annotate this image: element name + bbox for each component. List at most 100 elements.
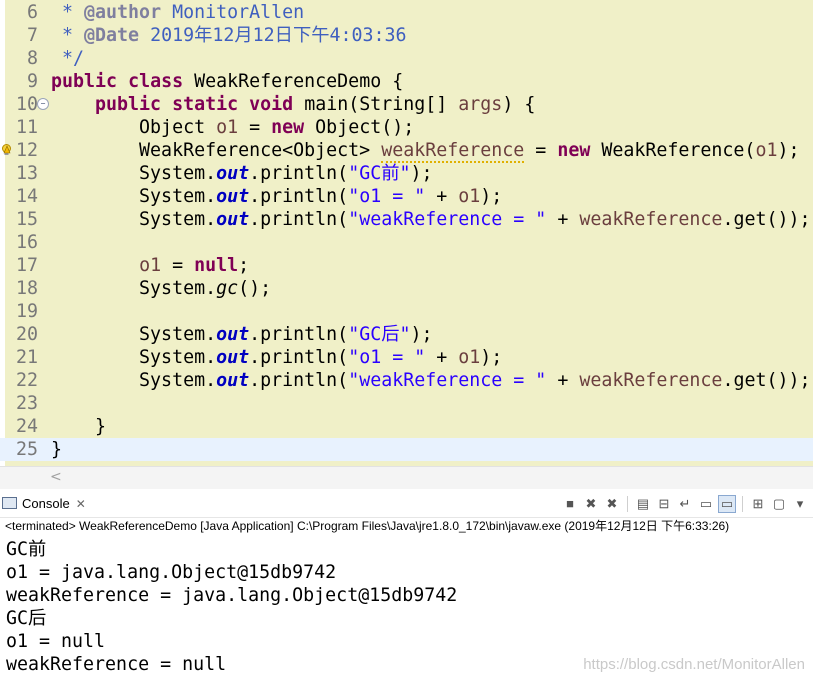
code-token: ) {	[502, 94, 536, 115]
code-text: System.out.println("weakReference = " + …	[51, 208, 811, 231]
code-token: out	[216, 186, 250, 207]
editor-horizontal-scrollbar[interactable]: <	[0, 466, 813, 489]
code-line[interactable]: 23	[0, 392, 813, 415]
console-status-line: <terminated> WeakReferenceDemo [Java App…	[5, 519, 730, 533]
remove-launch-icon[interactable]: ✖	[582, 495, 600, 513]
code-text: System.gc();	[51, 277, 271, 300]
code-text: public class WeakReferenceDemo {	[51, 70, 403, 93]
code-token: +	[425, 186, 459, 207]
code-line[interactable]: 15 System.out.println("weakReference = "…	[0, 208, 813, 231]
code-line[interactable]: 22 System.out.println("weakReference = "…	[0, 369, 813, 392]
code-token: );	[777, 140, 800, 161]
code-line[interactable]: 8 */	[0, 47, 813, 70]
line-number: 17	[15, 255, 38, 276]
code-token: gc	[216, 278, 239, 299]
code-text: System.out.println("GC后");	[51, 323, 432, 346]
code-token: System.	[51, 278, 217, 299]
code-token: System.	[51, 209, 217, 230]
watermark: https://blog.csdn.net/MonitorAllen	[583, 656, 805, 673]
code-line[interactable]: 12 WeakReference<Object> weakReference =…	[0, 139, 813, 163]
code-text: }	[51, 415, 106, 438]
code-token: */	[51, 48, 85, 69]
code-token: 2019年12月12日下午4:03:36	[139, 25, 407, 46]
code-token: .get());	[722, 209, 811, 230]
code-line[interactable]: 9 public class WeakReferenceDemo {	[0, 70, 813, 93]
code-line[interactable]: 18 System.gc();	[0, 277, 813, 300]
line-number: 8	[26, 48, 38, 69]
code-editor[interactable]: 6 * @author MonitorAllen 7 * @Date 2019年1…	[0, 0, 813, 466]
code-token: new	[271, 117, 305, 138]
code-line[interactable]: 14 System.out.println("o1 = " + o1);	[0, 185, 813, 208]
show-on-stdout-icon[interactable]: ▭	[697, 495, 715, 513]
code-token: }	[51, 416, 107, 437]
code-token: "weakReference = "	[348, 209, 547, 230]
remove-all-terminated-icon[interactable]: ✖	[603, 495, 621, 513]
tab-console[interactable]: Console ✕	[2, 493, 86, 515]
line-number: 25	[15, 439, 38, 460]
code-line[interactable]: 11 Object o1 = new Object();	[0, 116, 813, 139]
code-line[interactable]: 7 * @Date 2019年12月12日下午4:03:36	[0, 24, 813, 47]
code-token: =	[524, 140, 558, 161]
terminate-icon[interactable]: ■	[561, 495, 579, 513]
code-token: "weakReference = "	[348, 370, 547, 391]
line-number: 14	[15, 186, 38, 207]
console-toolbar: ■ ✖ ✖ ▤ ⊟ ↵ ▭ ▭ ⊞ ▢ ▾	[561, 494, 809, 514]
line-number: 20	[15, 324, 38, 345]
show-on-stderr-icon[interactable]: ▭	[718, 495, 736, 513]
code-token: @Date	[84, 25, 140, 46]
word-wrap-icon[interactable]: ↵	[676, 495, 694, 513]
code-token: class	[128, 71, 184, 92]
code-token: public	[51, 71, 118, 92]
code-text: System.out.println("weakReference = " + …	[51, 369, 810, 392]
code-token: void	[249, 94, 294, 115]
code-line[interactable]: 6 * @author MonitorAllen	[0, 1, 813, 24]
code-token: out	[216, 209, 250, 230]
code-token: o1	[216, 117, 239, 138]
pin-console-icon[interactable]: ⊞	[749, 495, 767, 513]
line-number: 10	[15, 94, 38, 115]
code-line[interactable]: 24 }	[0, 415, 813, 438]
close-icon[interactable]: ✕	[76, 497, 86, 511]
code-line[interactable]: 13 System.out.println("GC前");	[0, 162, 813, 185]
line-number: 21	[15, 347, 38, 368]
line-number: 9	[26, 71, 38, 92]
code-line[interactable]: 21 System.out.println("o1 = " + o1);	[0, 346, 813, 369]
warning-bulb-icon[interactable]	[1, 144, 12, 156]
code-token: =	[238, 117, 272, 138]
code-token: .println(	[249, 186, 349, 207]
code-line[interactable]: 25}	[0, 438, 813, 461]
toolbar-separator	[742, 496, 743, 512]
code-token: o1	[755, 140, 778, 161]
code-token: null	[194, 255, 239, 276]
code-text: System.out.println("GC前");	[51, 162, 432, 185]
code-line[interactable]: 20 System.out.println("GC后");	[0, 323, 813, 346]
code-token: @author	[84, 2, 162, 23]
code-token: .println(	[249, 347, 349, 368]
code-line[interactable]: 17 o1 = null;	[0, 254, 813, 277]
line-number: 24	[15, 416, 38, 437]
fold-collapse-icon[interactable]: −	[37, 98, 49, 110]
scroll-lock-icon[interactable]: ⊟	[655, 495, 673, 513]
display-selected-console-icon[interactable]: ▢	[770, 495, 788, 513]
code-token: args	[458, 94, 503, 115]
open-console-dropdown-icon[interactable]: ▾	[791, 495, 809, 513]
code-token: System.	[51, 370, 217, 391]
code-line[interactable]: 19	[0, 300, 813, 323]
line-number: 12	[15, 140, 38, 161]
code-token: weakReference	[579, 370, 723, 391]
clear-console-icon[interactable]: ▤	[634, 495, 652, 513]
console-output-line: o1 = java.lang.Object@15db9742	[6, 562, 337, 583]
scroll-left-arrow[interactable]: <	[50, 469, 62, 485]
code-token: MonitorAllen	[161, 2, 305, 23]
code-token: .println(	[249, 370, 349, 391]
code-line[interactable]: 16	[0, 231, 813, 254]
code-text: System.out.println("o1 = " + o1);	[51, 346, 502, 369]
code-token: }	[51, 439, 63, 460]
code-token: WeakReference(	[590, 140, 756, 161]
code-line[interactable]: 10− public static void main(String[] arg…	[0, 93, 813, 116]
code-token: .println(	[249, 163, 349, 184]
code-token: ();	[238, 278, 272, 299]
